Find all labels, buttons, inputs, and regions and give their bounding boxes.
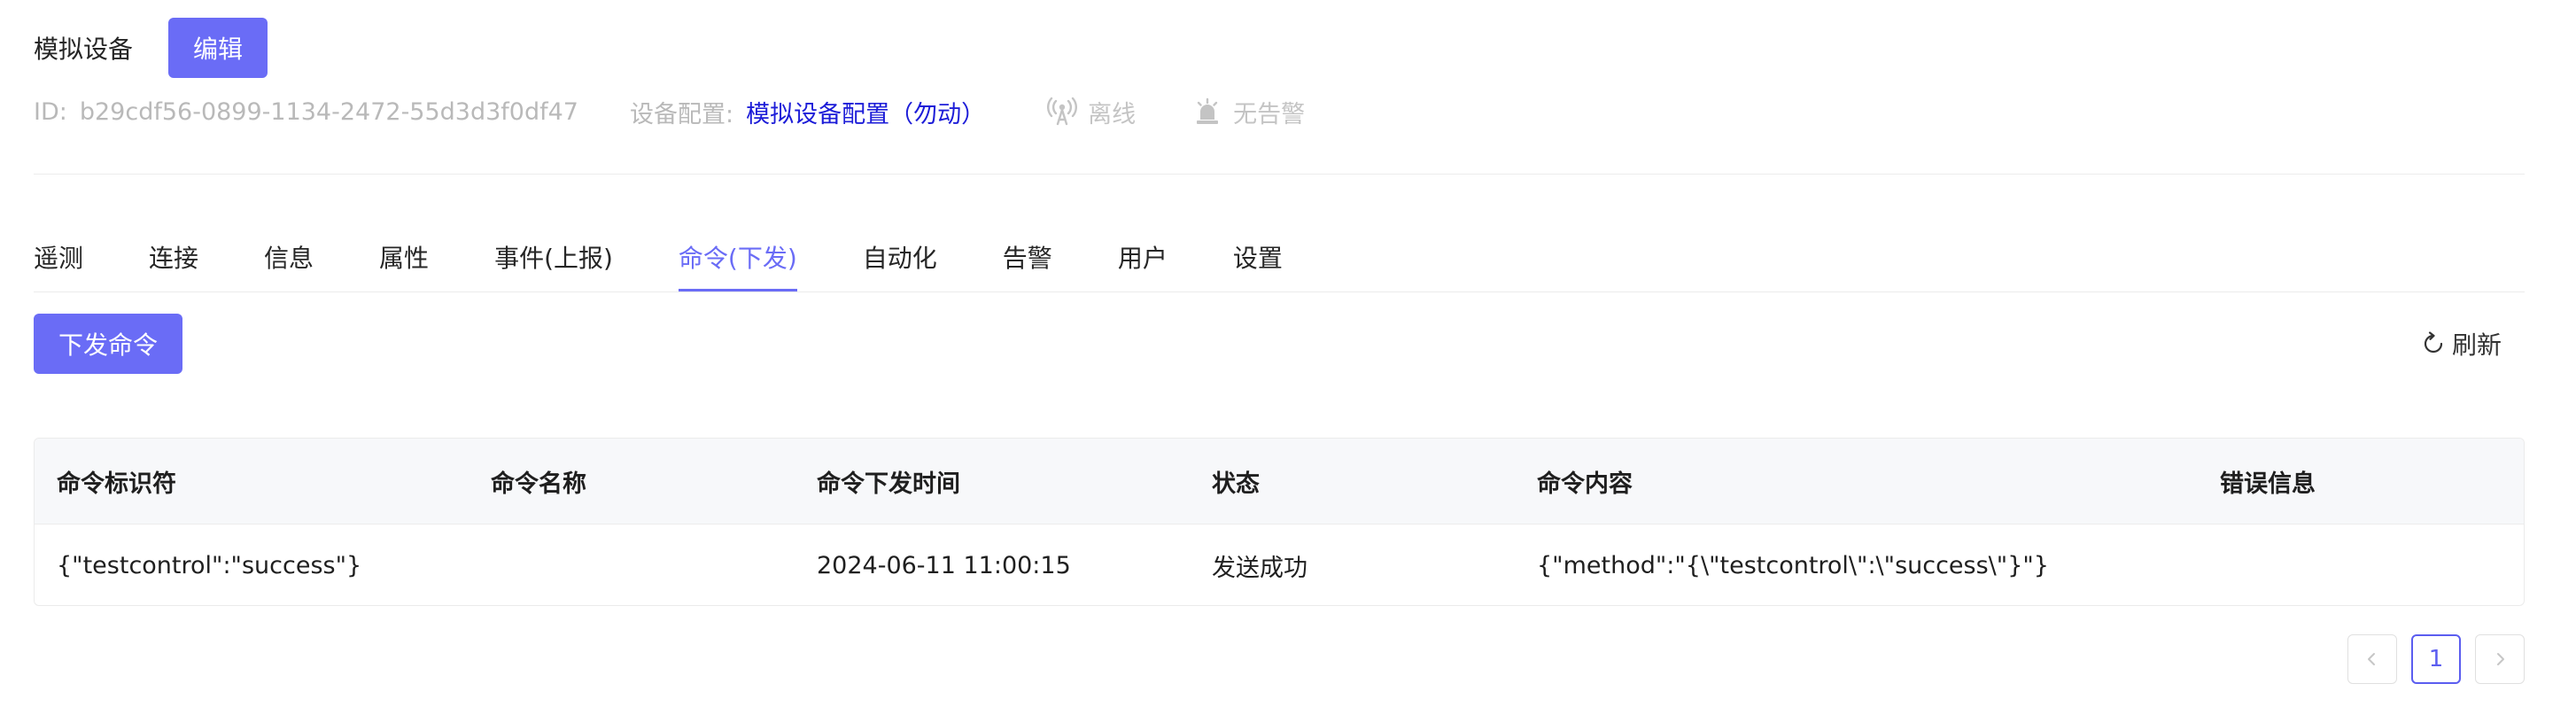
- device-id: b29cdf56-0899-1134-2472-55d3d3f0df47: [79, 97, 578, 126]
- table-row: {"testcontrol":"success"} 2024-06-11 11:…: [35, 524, 2524, 605]
- alarm-status-label: 无告警: [1233, 100, 1306, 128]
- signal-tower-icon: [1047, 97, 1078, 126]
- column-header: 命令下发时间: [817, 470, 960, 498]
- config-link[interactable]: 模拟设备配置（勿动）: [746, 95, 985, 129]
- column-header: 命令标识符: [57, 470, 176, 498]
- prev-page-button[interactable]: [2347, 634, 2397, 684]
- alarm-bell-icon: [1197, 97, 1219, 124]
- header-title-row: 模拟设备 编辑: [34, 18, 268, 78]
- edit-button[interactable]: 编辑: [168, 18, 268, 78]
- column-header: 状态: [1212, 470, 1260, 498]
- config-label: 设备配置:: [629, 100, 734, 128]
- id-label: ID:: [34, 97, 67, 126]
- device-name: 模拟设备: [34, 35, 134, 64]
- pagination: 1: [2347, 634, 2525, 684]
- page-number[interactable]: 1: [2411, 634, 2461, 684]
- tab-settings[interactable]: 设置: [1233, 232, 1283, 292]
- refresh-label: 刷新: [2451, 330, 2502, 360]
- online-status: 离线: [1047, 95, 1136, 129]
- chevron-left-icon: [2368, 653, 2375, 665]
- column-header: 命令内容: [1537, 470, 1633, 498]
- tab-attributes[interactable]: 属性: [379, 232, 429, 292]
- header-meta-row: ID: b29cdf56-0899-1134-2472-55d3d3f0df47…: [34, 94, 1305, 129]
- column-header: 命令名称: [491, 470, 586, 498]
- refresh-icon: [2424, 331, 2443, 354]
- table-header: 命令标识符 命令名称 命令下发时间 状态 命令内容 错误信息: [35, 439, 2524, 524]
- tab-bar: 遥测 连接 信息 属性 事件(上报) 命令(下发) 自动化 告警 用户 设置: [34, 232, 1283, 292]
- tab-events[interactable]: 事件(上报): [494, 232, 613, 292]
- next-page-button[interactable]: [2475, 634, 2525, 684]
- tab-telemetry[interactable]: 遥测: [34, 232, 83, 292]
- table-cell-status: 发送成功: [1212, 554, 1307, 582]
- column-header: 错误信息: [2220, 470, 2316, 498]
- table-cell-content: {"method":"{\"testcontrol\":\"success\"}…: [1537, 551, 2049, 579]
- table-cell-time: 2024-06-11 11:00:15: [817, 551, 1071, 579]
- chevron-right-icon: [2497, 653, 2504, 665]
- refresh-button[interactable]: 刷新: [2420, 326, 2502, 361]
- alarm-status: 无告警: [1192, 95, 1305, 129]
- command-table: 命令标识符 命令名称 命令下发时间 状态 命令内容 错误信息 {"testcon…: [34, 438, 2525, 606]
- header-divider: [34, 174, 2525, 175]
- tab-info[interactable]: 信息: [264, 232, 314, 292]
- device-detail-page: 模拟设备 编辑 ID: b29cdf56-0899-1134-2472-55d3…: [0, 0, 2576, 707]
- tab-alarms[interactable]: 告警: [1003, 232, 1052, 292]
- tab-automation[interactable]: 自动化: [863, 232, 937, 292]
- online-status-label: 离线: [1088, 100, 1137, 128]
- tab-commands[interactable]: 命令(下发): [678, 232, 797, 292]
- tab-bar-divider: [34, 291, 2525, 292]
- tab-users[interactable]: 用户: [1118, 232, 1168, 292]
- send-command-button[interactable]: 下发命令: [34, 314, 182, 374]
- table-cell-identifier: {"testcontrol":"success"}: [57, 551, 362, 579]
- tab-connection[interactable]: 连接: [149, 232, 198, 292]
